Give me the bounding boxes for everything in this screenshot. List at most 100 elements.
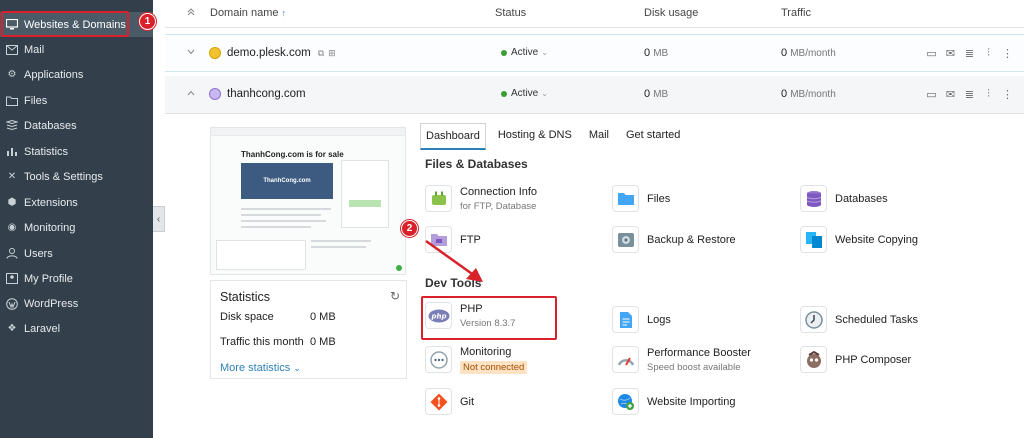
tool-logs[interactable]: Logs xyxy=(612,304,671,338)
tool-website-copying[interactable]: Website Copying xyxy=(800,224,918,258)
sitemap-icon[interactable]: ⊞ xyxy=(328,48,336,59)
statistics-title: Statistics xyxy=(220,290,271,304)
sidebar-collapse-handle[interactable]: ‹ xyxy=(153,206,165,232)
sidebar-item-applications[interactable]: ⚙ Applications xyxy=(0,62,153,87)
ftp-icon xyxy=(425,226,452,253)
tool-git[interactable]: Git xyxy=(425,386,474,420)
sidebar-item-wordpress[interactable]: WordPress xyxy=(0,291,153,316)
more-icon[interactable]: ⋮ xyxy=(1001,88,1014,101)
preview-status-dot xyxy=(396,265,402,271)
puzzle-icon: ⬢ xyxy=(7,197,17,208)
tool-monitoring[interactable]: Monitoring Not connected xyxy=(425,344,528,378)
tool-files[interactable]: Files xyxy=(612,183,670,217)
composer-icon xyxy=(800,346,827,373)
tool-website-importing[interactable]: Website Importing xyxy=(612,386,735,420)
sidebar-item-extensions[interactable]: ⬢ Extensions xyxy=(0,190,153,215)
tool-name: Website Copying xyxy=(835,233,918,246)
tool-connection-info[interactable]: Connection Info for FTP, Database xyxy=(425,183,537,217)
tool-subtext: for FTP, Database xyxy=(460,200,537,212)
column-traffic[interactable]: Traffic xyxy=(781,7,811,19)
tool-php-composer[interactable]: PHP Composer xyxy=(800,344,911,378)
disk-unit: MB xyxy=(653,89,669,100)
database-icon[interactable]: ≣ xyxy=(963,88,976,101)
sidebar-item-statistics[interactable]: Statistics xyxy=(0,139,153,164)
sidebar: Websites & Domains Mail ⚙ Applications F… xyxy=(0,0,153,438)
more-icon[interactable]: ⋮ xyxy=(1001,47,1014,60)
sidebar-item-mail[interactable]: Mail xyxy=(0,37,153,62)
preview-card xyxy=(341,160,389,228)
column-status[interactable]: Status xyxy=(495,7,526,19)
column-disk-usage[interactable]: Disk usage xyxy=(644,7,698,19)
domain-name[interactable]: demo.plesk.com ⧉ ⊞ xyxy=(209,47,336,59)
clock-icon xyxy=(800,306,827,333)
tool-name: Connection Info xyxy=(460,185,538,198)
mail-icon xyxy=(6,44,18,56)
sliders-icon[interactable]: ⫶ xyxy=(982,47,995,60)
sidebar-item-files[interactable]: Files xyxy=(0,88,153,113)
database-icon[interactable]: ≣ xyxy=(963,47,976,60)
database-icon xyxy=(800,185,827,212)
tool-subtext: Speed boost available xyxy=(647,361,741,373)
sidebar-item-databases[interactable]: Databases xyxy=(0,113,153,138)
preview-text-line xyxy=(311,240,371,242)
mail-icon[interactable]: ✉ xyxy=(944,47,957,60)
sidebar-item-label: Extensions xyxy=(24,196,78,209)
sidebar-item-monitoring[interactable]: ◉ Monitoring xyxy=(0,215,153,240)
tool-ftp[interactable]: FTP xyxy=(425,224,481,258)
more-statistics-link[interactable]: More statistics ⌄ xyxy=(220,362,301,374)
sidebar-item-laravel[interactable]: ❖ Laravel xyxy=(0,316,153,341)
table-row[interactable]: demo.plesk.com ⧉ ⊞ Active ⌄ 0 MB 0 MB/mo… xyxy=(165,34,1024,72)
tool-name: FTP xyxy=(460,233,481,246)
traffic: 0 MB/month xyxy=(781,88,836,100)
folder-icon[interactable]: ▭ xyxy=(925,47,938,60)
website-preview[interactable]: ThanhCong.com is for sale ThanhCong.com xyxy=(210,127,406,275)
user-icon xyxy=(6,248,18,260)
tab-get-started[interactable]: Get started xyxy=(621,123,685,150)
tool-php[interactable]: php PHP Version 8.3.7 xyxy=(425,300,515,334)
chevron-up-icon[interactable] xyxy=(187,88,195,99)
mail-icon[interactable]: ✉ xyxy=(944,88,957,101)
step-marker-1: 1 xyxy=(139,13,156,30)
chevron-down-icon: ⌄ xyxy=(541,48,548,57)
folder-icon[interactable]: ▭ xyxy=(925,88,938,101)
column-domain-name[interactable]: Domain name ↑ xyxy=(210,7,286,19)
wordpress-icon xyxy=(6,297,18,310)
tab-hosting-dns[interactable]: Hosting & DNS xyxy=(493,123,577,150)
copy-icon[interactable]: ⧉ xyxy=(318,48,324,59)
table-row[interactable]: thanhcong.com Active ⌄ 0 MB 0 MB/month ▭… xyxy=(165,76,1024,114)
domain-name[interactable]: thanhcong.com xyxy=(209,88,306,100)
folder-icon xyxy=(6,95,18,107)
php-icon-label: php xyxy=(430,312,446,320)
database-icon xyxy=(6,120,18,132)
sidebar-item-my-profile[interactable]: My Profile xyxy=(0,266,153,291)
sliders-icon[interactable]: ⫶ xyxy=(982,88,995,101)
disk-usage: 0 MB xyxy=(644,88,668,100)
traffic-unit: MB/month xyxy=(790,48,836,59)
preview-form xyxy=(216,240,306,270)
sidebar-item-tools-settings[interactable]: ✕ Tools & Settings xyxy=(0,164,153,189)
status-badge[interactable]: Active ⌄ xyxy=(501,47,548,58)
tool-databases[interactable]: Databases xyxy=(800,183,888,217)
disk-usage: 0 MB xyxy=(644,47,668,59)
sidebar-item-websites-domains[interactable]: Websites & Domains xyxy=(0,12,153,37)
preview-topbar xyxy=(211,128,405,136)
refresh-icon[interactable]: ↻ xyxy=(390,289,400,303)
domain-label: thanhcong.com xyxy=(227,88,306,100)
tool-performance-booster[interactable]: Performance Booster Speed boost availabl… xyxy=(612,344,751,378)
status-dot-icon xyxy=(501,90,507,97)
disk-unit: MB xyxy=(653,48,669,59)
disk-space-label: Disk space xyxy=(220,311,274,323)
sidebar-item-users[interactable]: Users xyxy=(0,241,153,266)
status-badge[interactable]: Active ⌄ xyxy=(501,88,548,99)
tool-scheduled-tasks[interactable]: Scheduled Tasks xyxy=(800,304,918,338)
tool-backup-restore[interactable]: Backup & Restore xyxy=(612,224,736,258)
chevron-down-icon: ⌄ xyxy=(293,363,301,373)
tab-dashboard[interactable]: Dashboard xyxy=(420,123,486,150)
collapse-all-icon[interactable] xyxy=(187,7,195,19)
tools-icon: ✕ xyxy=(7,171,17,182)
tab-mail[interactable]: Mail xyxy=(584,123,614,150)
connection-info-icon xyxy=(425,185,452,212)
chevron-down-icon[interactable] xyxy=(187,47,195,58)
disk-value: 0 xyxy=(644,88,651,100)
status-dot-icon xyxy=(501,49,507,56)
